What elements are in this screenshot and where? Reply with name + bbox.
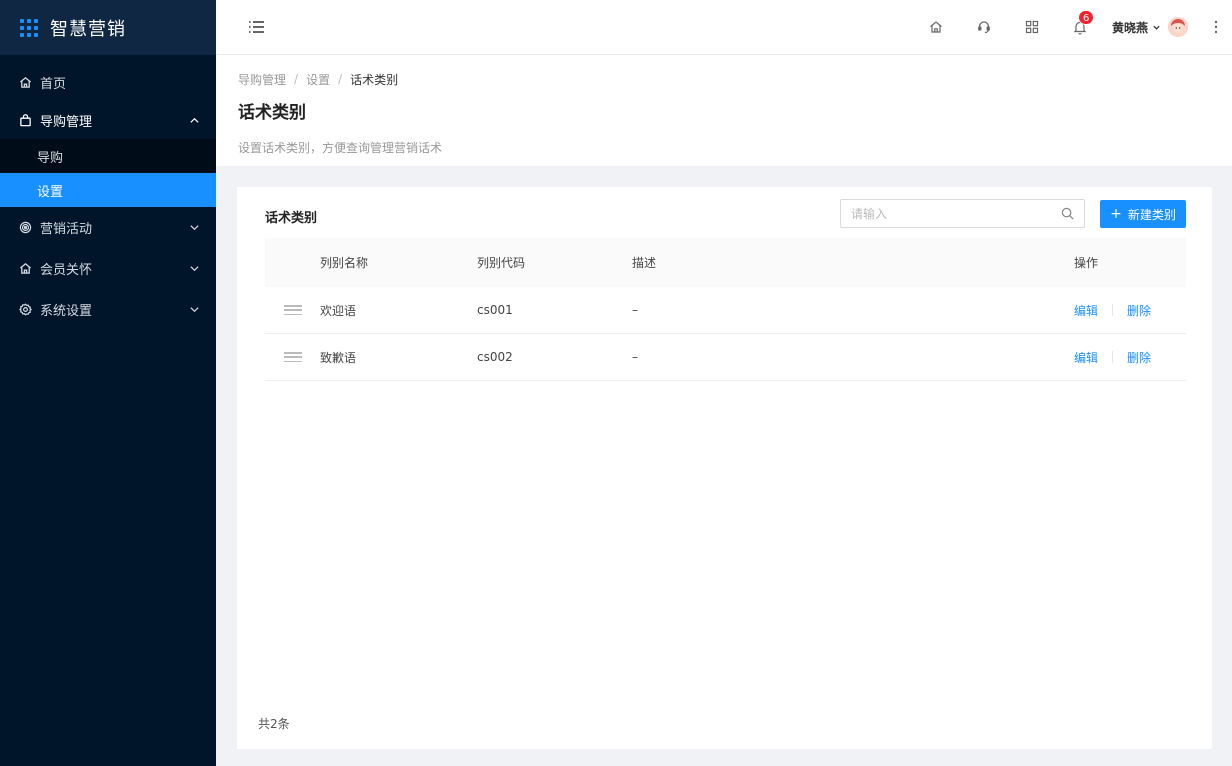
table-header: 列别名称 列别代码 描述 操作 <box>265 238 1186 287</box>
new-category-button[interactable]: + 新建类别 <box>1100 200 1186 228</box>
action-divider <box>1112 351 1114 363</box>
delete-link[interactable]: 删除 <box>1127 302 1151 319</box>
category-table: 列别名称 列别代码 描述 操作 欢迎语 cs001 – 编辑 删除 致歉语 cs… <box>265 238 1186 381</box>
chevron-down-icon <box>1152 22 1162 32</box>
sidebar-item-label: 首页 <box>40 76 67 92</box>
column-header-actions: 操作 <box>1074 256 1099 270</box>
app-grid-logo-icon <box>20 18 38 37</box>
home-icon <box>18 75 32 89</box>
target-icon <box>18 221 32 235</box>
chevron-down-icon <box>188 263 200 275</box>
gear-icon <box>18 303 32 317</box>
edit-link[interactable]: 编辑 <box>1074 302 1098 319</box>
home-heart-icon <box>18 262 32 276</box>
breadcrumb-item[interactable]: 导购管理 <box>238 71 286 88</box>
sidebar-subitem-settings[interactable]: 设置 <box>0 173 216 207</box>
user-menu[interactable]: 黄晓燕 <box>1112 17 1188 37</box>
total-count: 共2条 <box>258 717 290 731</box>
cell-code: cs001 <box>477 303 513 317</box>
table-row: 致歉语 cs002 – 编辑 删除 <box>265 334 1186 381</box>
logo-bar: 智慧营销 <box>0 0 216 55</box>
bell-icon[interactable]: 6 <box>1072 10 1095 35</box>
cell-description: – <box>632 350 638 364</box>
plus-icon: + <box>1110 206 1122 222</box>
more-vertical-icon[interactable] <box>1210 19 1222 35</box>
drag-handle-icon[interactable] <box>283 305 302 315</box>
column-header-name: 列别名称 <box>320 256 369 270</box>
sidebar-item-label: 导购 <box>37 150 64 166</box>
search-box <box>840 199 1085 228</box>
home-icon[interactable] <box>928 19 944 35</box>
sidebar-item-home[interactable]: 首页 <box>0 63 216 101</box>
sidebar-menu: 首页 导购管理 导购 设置 营销活动 会员关怀 系统设置 <box>0 55 216 330</box>
column-header-description: 描述 <box>632 256 657 270</box>
page-description: 设置话术类别，方便查询管理营销话术 <box>238 141 443 155</box>
card-title: 话术类别 <box>265 211 318 226</box>
action-divider <box>1112 304 1114 316</box>
search-input[interactable] <box>851 206 1060 221</box>
category-card: 话术类别 + 新建类别 列别名称 列别代码 描述 操作 欢迎语 cs001 – … <box>237 187 1212 749</box>
breadcrumb-separator: / <box>294 72 299 86</box>
sidebar-item-label: 导购管理 <box>40 114 93 130</box>
avatar <box>1168 17 1188 37</box>
sidebar-item-label: 营销活动 <box>40 222 93 237</box>
cell-name: 致歉语 <box>320 350 357 365</box>
notification-badge: 6 <box>1077 10 1095 25</box>
sidebar: 智慧营销 首页 导购管理 导购 设置 营销活动 会员关怀 系统设置 <box>0 0 216 766</box>
shopping-bag-icon <box>18 113 32 127</box>
chevron-up-icon <box>188 114 200 126</box>
menu-toggle-icon[interactable] <box>247 19 265 35</box>
breadcrumb: 导购管理 / 设置 / 话术类别 <box>238 71 1232 87</box>
drag-cell <box>265 305 320 315</box>
column-header-code: 列别代码 <box>477 256 526 270</box>
search-icon[interactable] <box>1060 207 1074 221</box>
table-row: 欢迎语 cs001 – 编辑 删除 <box>265 287 1186 334</box>
cell-actions: 编辑 删除 <box>1074 349 1186 366</box>
app-name: 智慧营销 <box>50 18 126 40</box>
headset-support-icon[interactable] <box>976 19 992 35</box>
apps-grid-icon[interactable] <box>1024 19 1040 35</box>
sidebar-item-guide-management[interactable]: 导购管理 <box>0 101 216 139</box>
breadcrumb-item[interactable]: 设置 <box>306 71 330 88</box>
cell-code: cs002 <box>477 350 513 364</box>
submenu-guide-management: 导购 设置 <box>0 139 216 207</box>
cell-name: 欢迎语 <box>320 303 357 318</box>
delete-link[interactable]: 删除 <box>1127 349 1151 366</box>
cell-description: – <box>632 303 638 317</box>
chevron-down-icon <box>188 304 200 316</box>
page-header: 导购管理 / 设置 / 话术类别 话术类别 设置话术类别，方便查询管理营销话术 <box>216 55 1232 166</box>
header-actions: 6 黄晓燕 <box>928 0 1232 55</box>
sidebar-subitem-guide[interactable]: 导购 <box>0 139 216 173</box>
sidebar-item-member-care[interactable]: 会员关怀 <box>0 248 216 289</box>
breadcrumb-current: 话术类别 <box>350 72 399 87</box>
top-header: 6 黄晓燕 <box>216 0 1232 55</box>
drag-cell <box>265 352 320 362</box>
sidebar-item-label: 设置 <box>37 184 64 200</box>
chevron-down-icon <box>188 222 200 234</box>
user-name: 黄晓燕 <box>1111 20 1148 35</box>
sidebar-item-label: 会员关怀 <box>40 263 93 278</box>
sidebar-item-label: 系统设置 <box>40 304 93 319</box>
sidebar-item-marketing[interactable]: 营销活动 <box>0 207 216 248</box>
new-category-label: 新建类别 <box>1127 207 1176 222</box>
drag-handle-icon[interactable] <box>283 352 302 362</box>
edit-link[interactable]: 编辑 <box>1074 349 1098 366</box>
cell-actions: 编辑 删除 <box>1074 302 1186 319</box>
breadcrumb-separator: / <box>338 72 343 86</box>
page-title: 话术类别 <box>238 103 306 123</box>
sidebar-item-system-settings[interactable]: 系统设置 <box>0 289 216 330</box>
